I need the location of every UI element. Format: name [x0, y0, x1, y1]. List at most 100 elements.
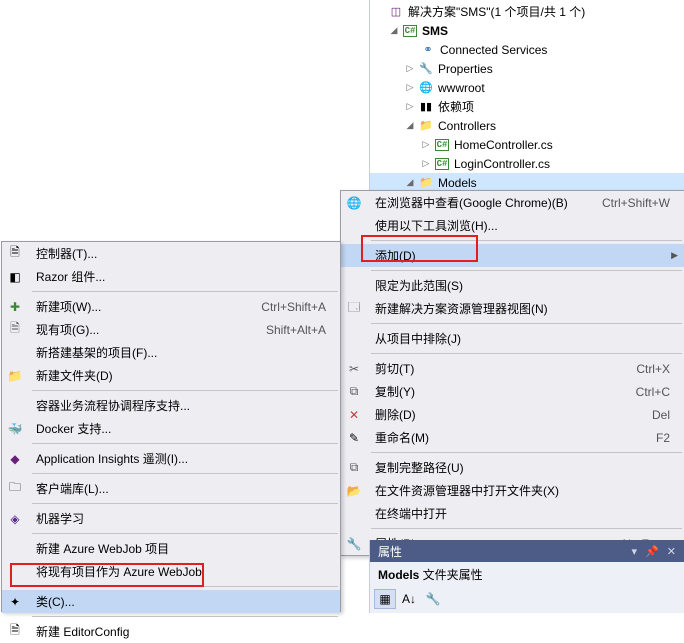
connected-label: Connected Services	[440, 43, 547, 57]
expand-arrow-icon[interactable]: ◢	[388, 25, 400, 37]
menu-add[interactable]: 添加(D) ▶	[341, 244, 684, 267]
collapse-arrow-icon[interactable]: ▷	[420, 139, 432, 151]
properties-title: 属性	[378, 543, 402, 560]
copy-icon: ⧉	[346, 384, 362, 400]
menu-client-lib[interactable]: 🗀 客户端库(L)...	[2, 477, 340, 500]
menu-exclude[interactable]: 从项目中排除(J)	[341, 327, 684, 350]
solution-tree[interactable]: ◫ 解决方案"SMS"(1 个项目/共 1 个) ◢ C# SMS ⚭ Conn…	[370, 0, 684, 194]
menu-existing-item[interactable]: 🗎 现有项(G)... Shift+Alt+A	[2, 318, 340, 341]
menu-add-razor[interactable]: ◧ Razor 组件...	[2, 265, 340, 288]
cs-file-icon: C#	[434, 137, 450, 153]
props-name-bold: Models	[378, 568, 419, 582]
menu-separator	[32, 616, 338, 617]
login-label: LoginController.cs	[454, 157, 550, 171]
new-item-icon: ✚	[7, 299, 23, 315]
menu-copy-path[interactable]: ⧉ 复制完整路径(U)	[341, 456, 684, 479]
dropdown-icon[interactable]: ▾	[632, 545, 638, 558]
menu-separator	[32, 390, 338, 391]
menu-browse-with[interactable]: 使用以下工具浏览(H)...	[341, 214, 684, 237]
editorconfig-icon: 🗎	[7, 624, 23, 640]
solution-icon: ◫	[388, 4, 404, 20]
menu-webjob-new[interactable]: 新建 Azure WebJob 项目	[2, 537, 340, 560]
wwwroot-node[interactable]: ▷ 🌐 wwwroot	[370, 78, 684, 97]
properties-node[interactable]: ▷ 🔧 Properties	[370, 59, 684, 78]
globe-icon: 🌐	[418, 80, 434, 96]
solution-node[interactable]: ◫ 解决方案"SMS"(1 个项目/共 1 个)	[370, 2, 684, 21]
folder-icon: 📁	[418, 175, 434, 191]
deps-icon: ▮▮	[418, 99, 434, 115]
wrench-icon: 🔧	[418, 61, 434, 77]
menu-editorconfig[interactable]: 🗎 新建 EditorConfig	[2, 620, 340, 643]
cs-file-icon: C#	[434, 156, 450, 172]
menu-separator	[371, 323, 682, 324]
collapse-arrow-icon[interactable]: ▷	[404, 101, 416, 113]
menu-separator	[32, 533, 338, 534]
menu-open-terminal[interactable]: 在终端中打开	[341, 502, 684, 525]
menu-separator	[32, 291, 338, 292]
menu-new-item[interactable]: ✚ 新建项(W)... Ctrl+Shift+A	[2, 295, 340, 318]
menu-separator	[371, 528, 682, 529]
home-controller-node[interactable]: ▷ C# HomeController.cs	[370, 135, 684, 154]
menu-docker[interactable]: 🐳 Docker 支持...	[2, 417, 340, 440]
menu-rename[interactable]: ✎ 重命名(M) F2	[341, 426, 684, 449]
insights-icon: ◆	[7, 451, 23, 467]
context-submenu-add: 🗎 控制器(T)... ◧ Razor 组件... ✚ 新建项(W)... Ct…	[1, 241, 341, 612]
models-label: Models	[438, 176, 477, 190]
menu-copy[interactable]: ⧉ 复制(Y) Ctrl+C	[341, 380, 684, 403]
menu-add-class[interactable]: ✦ 类(C)...	[2, 590, 340, 613]
menu-new-view[interactable]: 🗔 新建解决方案资源管理器视图(N)	[341, 297, 684, 320]
wrench-icon: 🔧	[346, 536, 362, 552]
menu-add-controller[interactable]: 🗎 控制器(T)...	[2, 242, 340, 265]
properties-label: Properties	[438, 62, 493, 76]
menu-separator	[32, 586, 338, 587]
new-folder-icon: 📁	[7, 368, 23, 384]
delete-icon: ✕	[346, 407, 362, 423]
properties-toolbar: ▦ A↓ 🔧	[370, 587, 684, 611]
menu-separator	[32, 443, 338, 444]
menu-separator	[32, 473, 338, 474]
menu-ml[interactable]: ◈ 机器学习	[2, 507, 340, 530]
pin-icon[interactable]: 📌	[645, 545, 659, 558]
existing-item-icon: 🗎	[7, 322, 23, 338]
home-label: HomeController.cs	[454, 138, 553, 152]
menu-browse[interactable]: 🌐 在浏览器中查看(Google Chrome)(B) Ctrl+Shift+W	[341, 191, 684, 214]
sort-az-button[interactable]: A↓	[398, 589, 420, 609]
menu-container-orch[interactable]: 容器业务流程协调程序支持...	[2, 394, 340, 417]
props-name-rest: 文件夹属性	[419, 568, 482, 582]
deps-node[interactable]: ▷ ▮▮ 依赖项	[370, 97, 684, 116]
client-lib-icon: 🗀	[7, 481, 23, 497]
props-wrench-button[interactable]: 🔧	[422, 589, 444, 609]
expand-arrow-icon[interactable]: ◢	[404, 120, 416, 132]
menu-new-folder[interactable]: 📁 新建文件夹(D)	[2, 364, 340, 387]
project-node[interactable]: ◢ C# SMS	[370, 21, 684, 40]
menu-webjob-existing[interactable]: 将现有项目作为 Azure WebJob	[2, 560, 340, 583]
close-icon[interactable]: ✕	[667, 545, 676, 558]
collapse-arrow-icon[interactable]: ▷	[404, 63, 416, 75]
submenu-arrow-icon: ▶	[671, 250, 678, 261]
wwwroot-label: wwwroot	[438, 81, 485, 95]
menu-separator	[371, 240, 682, 241]
connected-services-node[interactable]: ⚭ Connected Services	[370, 40, 684, 59]
menu-separator	[371, 270, 682, 271]
collapse-arrow-icon[interactable]: ▷	[404, 82, 416, 94]
menu-scaffold[interactable]: 新搭建基架的项目(F)...	[2, 341, 340, 364]
expand-arrow-icon[interactable]: ◢	[404, 177, 416, 189]
project-name: SMS	[422, 24, 448, 38]
class-icon: ✦	[7, 594, 23, 610]
menu-scope[interactable]: 限定为此范围(S)	[341, 274, 684, 297]
login-controller-node[interactable]: ▷ C# LoginController.cs	[370, 154, 684, 173]
controllers-node[interactable]: ◢ 📁 Controllers	[370, 116, 684, 135]
properties-title-bar[interactable]: 属性 ▾ 📌 ✕	[370, 540, 684, 562]
properties-panel: 属性 ▾ 📌 ✕ Models 文件夹属性 ▦ A↓ 🔧	[369, 540, 684, 613]
menu-delete[interactable]: ✕ 删除(D) Del	[341, 403, 684, 426]
collapse-arrow-icon[interactable]: ▷	[420, 158, 432, 170]
categorize-button[interactable]: ▦	[374, 589, 396, 609]
browser-icon: 🌐	[346, 195, 362, 211]
menu-open-explorer[interactable]: 📂 在文件资源管理器中打开文件夹(X)	[341, 479, 684, 502]
properties-subject: Models 文件夹属性	[370, 562, 684, 587]
copy-icon: ⧉	[346, 460, 362, 476]
menu-separator	[32, 503, 338, 504]
controller-icon: 🗎	[7, 246, 23, 262]
menu-cut[interactable]: ✂ 剪切(T) Ctrl+X	[341, 357, 684, 380]
menu-app-insights[interactable]: ◆ Application Insights 遥测(I)...	[2, 447, 340, 470]
